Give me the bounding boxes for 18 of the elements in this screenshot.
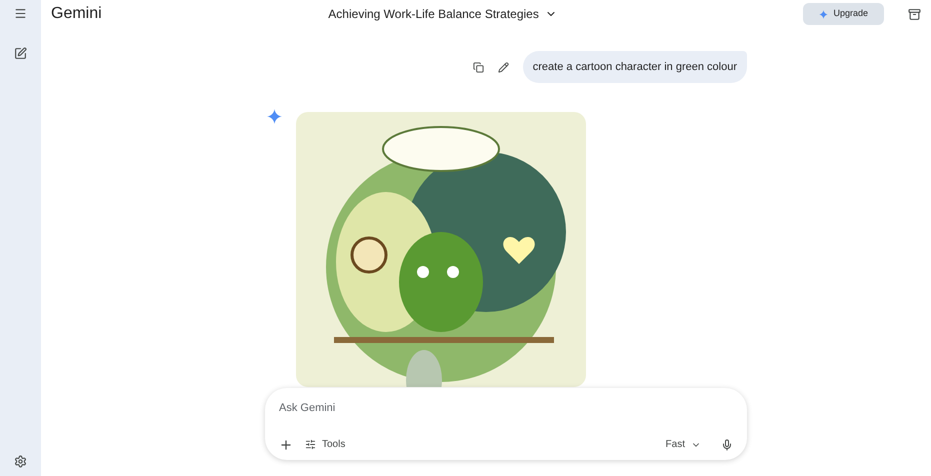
archive-icon[interactable] (908, 8, 921, 20)
user-message: create a cartoon character in green colour (522, 51, 747, 83)
mode-dropdown[interactable]: Fast (666, 437, 701, 452)
sliders-icon (305, 439, 316, 450)
prompt-input[interactable]: Ask Gemini (279, 401, 733, 415)
app-title: Gemini (51, 4, 102, 24)
microphone-icon[interactable] (721, 438, 733, 450)
add-icon[interactable] (279, 438, 293, 452)
upgrade-button[interactable]: Upgrade (803, 3, 884, 25)
tools-button[interactable]: Tools (305, 437, 346, 452)
new-chat-icon[interactable] (14, 47, 27, 60)
conversation-title-dropdown[interactable]: Achieving Work-Life Balance Strategies (328, 5, 557, 23)
settings-icon[interactable] (14, 455, 27, 468)
menu-icon[interactable] (14, 7, 27, 20)
sparkle-icon (819, 10, 828, 18)
gemini-star-icon (267, 109, 282, 124)
edit-icon[interactable] (498, 62, 509, 72)
copy-icon[interactable] (472, 62, 484, 72)
